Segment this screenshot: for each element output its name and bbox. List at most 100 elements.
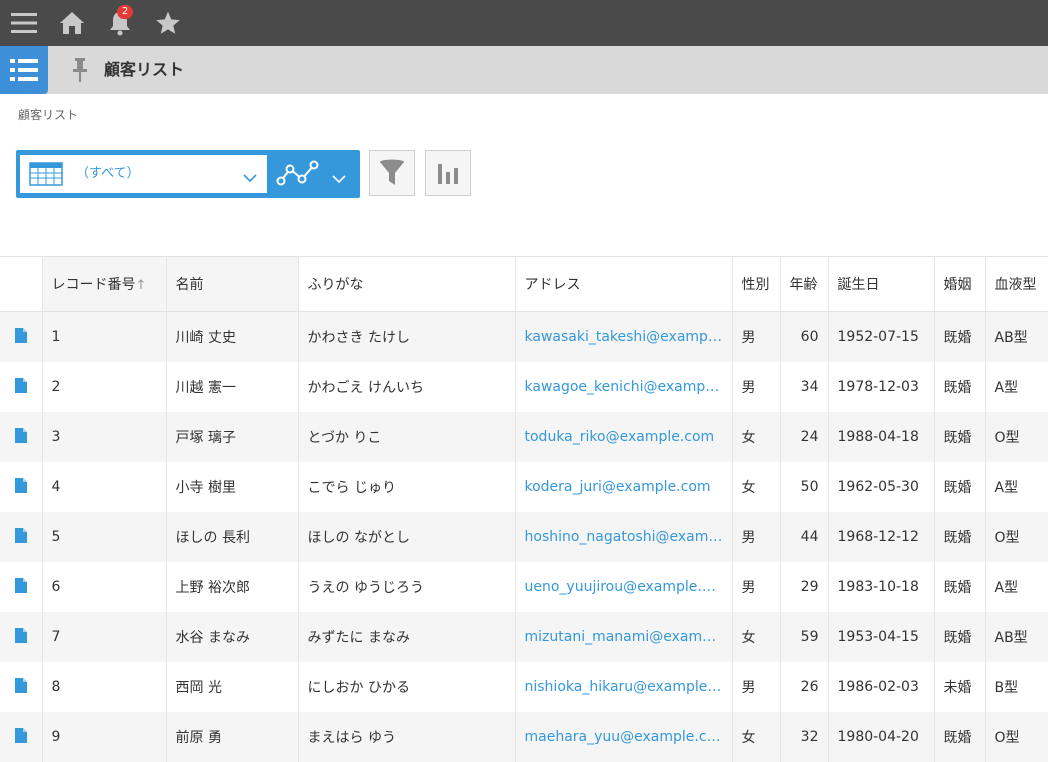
record-number-cell: 7 (42, 612, 167, 662)
record-detail-icon[interactable] (0, 462, 43, 512)
name-cell: 上野 裕次郎 (166, 562, 299, 612)
sex-cell: 男 (732, 512, 781, 562)
graph-chevron-down-icon[interactable] (332, 169, 346, 188)
blood-type-cell: AB型 (985, 612, 1048, 662)
birthday-cell: 1968-12-12 (828, 512, 935, 562)
birthday-cell: 1983-10-18 (828, 562, 935, 612)
home-icon[interactable] (56, 0, 88, 46)
birthday-cell: 1962-05-30 (828, 462, 935, 512)
record-detail-icon[interactable] (0, 412, 43, 462)
birthday-cell: 1952-07-15 (828, 311, 935, 362)
record-number-cell: 3 (42, 412, 167, 462)
filter-button[interactable] (369, 150, 415, 196)
blood-type-cell: AB型 (985, 311, 1048, 362)
marital-cell: 既婚 (934, 362, 986, 412)
email-link[interactable]: kawasaki_takeshi@example.com (515, 311, 733, 362)
sex-cell: 女 (732, 712, 781, 762)
record-detail-icon[interactable] (0, 512, 43, 562)
table-row[interactable]: 5 ほしの 長利 ほしの ながとし hoshino_nagatoshi@example… (0, 512, 1048, 562)
table-row[interactable]: 3 戸塚 璃子 とづか りこ toduka_riko@example.com 女 24 19… (0, 412, 1048, 462)
menu-icon[interactable] (6, 0, 42, 46)
age-cell: 50 (780, 462, 829, 512)
notification-badge: 2 (117, 5, 133, 19)
table-row[interactable]: 1 川崎 丈史 かわさき たけし kawasaki_takeshi@example.c… (0, 311, 1048, 362)
table-row[interactable]: 8 西岡 光にしおか ひかる nishioka_hikaru@example.com… (0, 662, 1048, 712)
name-cell: 西岡 光 (166, 662, 299, 712)
email-link[interactable]: hoshino_nagatoshi@example.com (515, 512, 733, 562)
graph-button[interactable] (425, 150, 471, 196)
header-name[interactable]: 名前 (166, 256, 299, 312)
age-cell: 24 (780, 412, 829, 462)
age-cell: 32 (780, 712, 829, 762)
header-sex[interactable]: 性別 (732, 256, 781, 312)
header-marital[interactable]: 婚姻 (934, 256, 986, 312)
furigana-cell: にしおか ひかる (298, 662, 516, 712)
table-row[interactable]: 2 川越 憲一 かわごえ けんいち kawagoe_kenichi@example.c… (0, 362, 1048, 412)
view-selected-label: （すべて） (76, 166, 140, 181)
blood-type-cell: A型 (985, 362, 1048, 412)
star-icon[interactable] (152, 0, 184, 46)
chevron-down-icon (243, 168, 257, 187)
header-label: レコード番号 (51, 277, 136, 293)
name-cell: 川越 憲一 (166, 362, 299, 412)
header-blood-type[interactable]: 血液型 (985, 256, 1048, 312)
age-cell: 59 (780, 612, 829, 662)
record-detail-icon[interactable] (0, 562, 43, 612)
record-detail-icon[interactable] (0, 362, 43, 412)
age-cell: 29 (780, 562, 829, 612)
email-link[interactable]: maehara_yuu@example.com (515, 712, 733, 762)
name-cell: 川崎 丈史 (166, 311, 299, 362)
blood-type-cell: A型 (985, 562, 1048, 612)
table-row[interactable]: 6 上野 裕次郎 うえの ゆうじろう ueno_yuujirou@example.co… (0, 562, 1048, 612)
app-list-icon[interactable] (0, 46, 48, 94)
table-row[interactable]: 9 前原 勇まえはら ゆう maehara_yuu@example.com 女 32 19… (0, 712, 1048, 762)
furigana-cell: こでら じゅり (298, 462, 516, 512)
furigana-cell: うえの ゆうじろう (298, 562, 516, 612)
app-title: 顧客リスト (104, 60, 185, 79)
header-address[interactable]: アドレス (515, 256, 733, 312)
email-link[interactable]: ueno_yuujirou@example.com (515, 562, 733, 612)
name-cell: ほしの 長利 (166, 512, 299, 562)
header-record-number[interactable]: レコード番号↑ (42, 256, 167, 312)
furigana-cell: まえはら ゆう (298, 712, 516, 762)
blood-type-cell: B型 (985, 662, 1048, 712)
email-link[interactable]: mizutani_manami@example.com (515, 612, 733, 662)
filter-icon (380, 159, 404, 185)
table-row[interactable]: 4 小寺 樹里 こでら じゅり kodera_juri@example.com 女 50 1… (0, 462, 1048, 512)
record-number-cell: 5 (42, 512, 167, 562)
marital-cell: 既婚 (934, 562, 986, 612)
email-link[interactable]: kawagoe_kenichi@example.com (515, 362, 733, 412)
email-link[interactable]: toduka_riko@example.com (515, 412, 733, 462)
furigana-cell: とづか りこ (298, 412, 516, 462)
graph-view-icon[interactable] (276, 159, 320, 193)
marital-cell: 既婚 (934, 712, 986, 762)
record-detail-icon[interactable] (0, 662, 43, 712)
record-detail-icon[interactable] (0, 712, 43, 762)
age-cell: 34 (780, 362, 829, 412)
age-cell: 44 (780, 512, 829, 562)
sort-up-icon[interactable]: ↑ (136, 278, 147, 293)
name-cell: 戸塚 璃子 (166, 412, 299, 462)
record-detail-icon[interactable] (0, 612, 43, 662)
age-cell: 26 (780, 662, 829, 712)
marital-cell: 既婚 (934, 311, 986, 362)
record-number-cell: 8 (42, 662, 167, 712)
header-icon-col (0, 256, 43, 312)
records-table: レコード番号↑ 名前 ふりがな アドレス 性別 年齢 誕生日 婚姻 血液型 1川… (0, 256, 1048, 762)
table-row[interactable]: 7水谷 まなみみずたに まなみmizutani_manami@example.c… (0, 612, 1048, 662)
email-link[interactable]: nishioka_hikaru@example.com (515, 662, 733, 712)
furigana-cell: かわごえ けんいち (298, 362, 516, 412)
marital-cell: 既婚 (934, 462, 986, 512)
email-link[interactable]: kodera_juri@example.com (515, 462, 733, 512)
marital-cell: 既婚 (934, 412, 986, 462)
header-birthday[interactable]: 誕生日 (828, 256, 935, 312)
record-detail-icon[interactable] (0, 311, 43, 362)
name-cell: 前原 勇 (166, 712, 299, 762)
blood-type-cell: O型 (985, 512, 1048, 562)
record-number-cell: 2 (42, 362, 167, 412)
header-age[interactable]: 年齢 (780, 256, 829, 312)
header-furigana[interactable]: ふりがな (298, 256, 516, 312)
breadcrumb[interactable]: 顧客リスト (18, 106, 78, 123)
pin-icon[interactable] (72, 56, 88, 88)
furigana-cell: みずたに まなみ (298, 612, 516, 662)
